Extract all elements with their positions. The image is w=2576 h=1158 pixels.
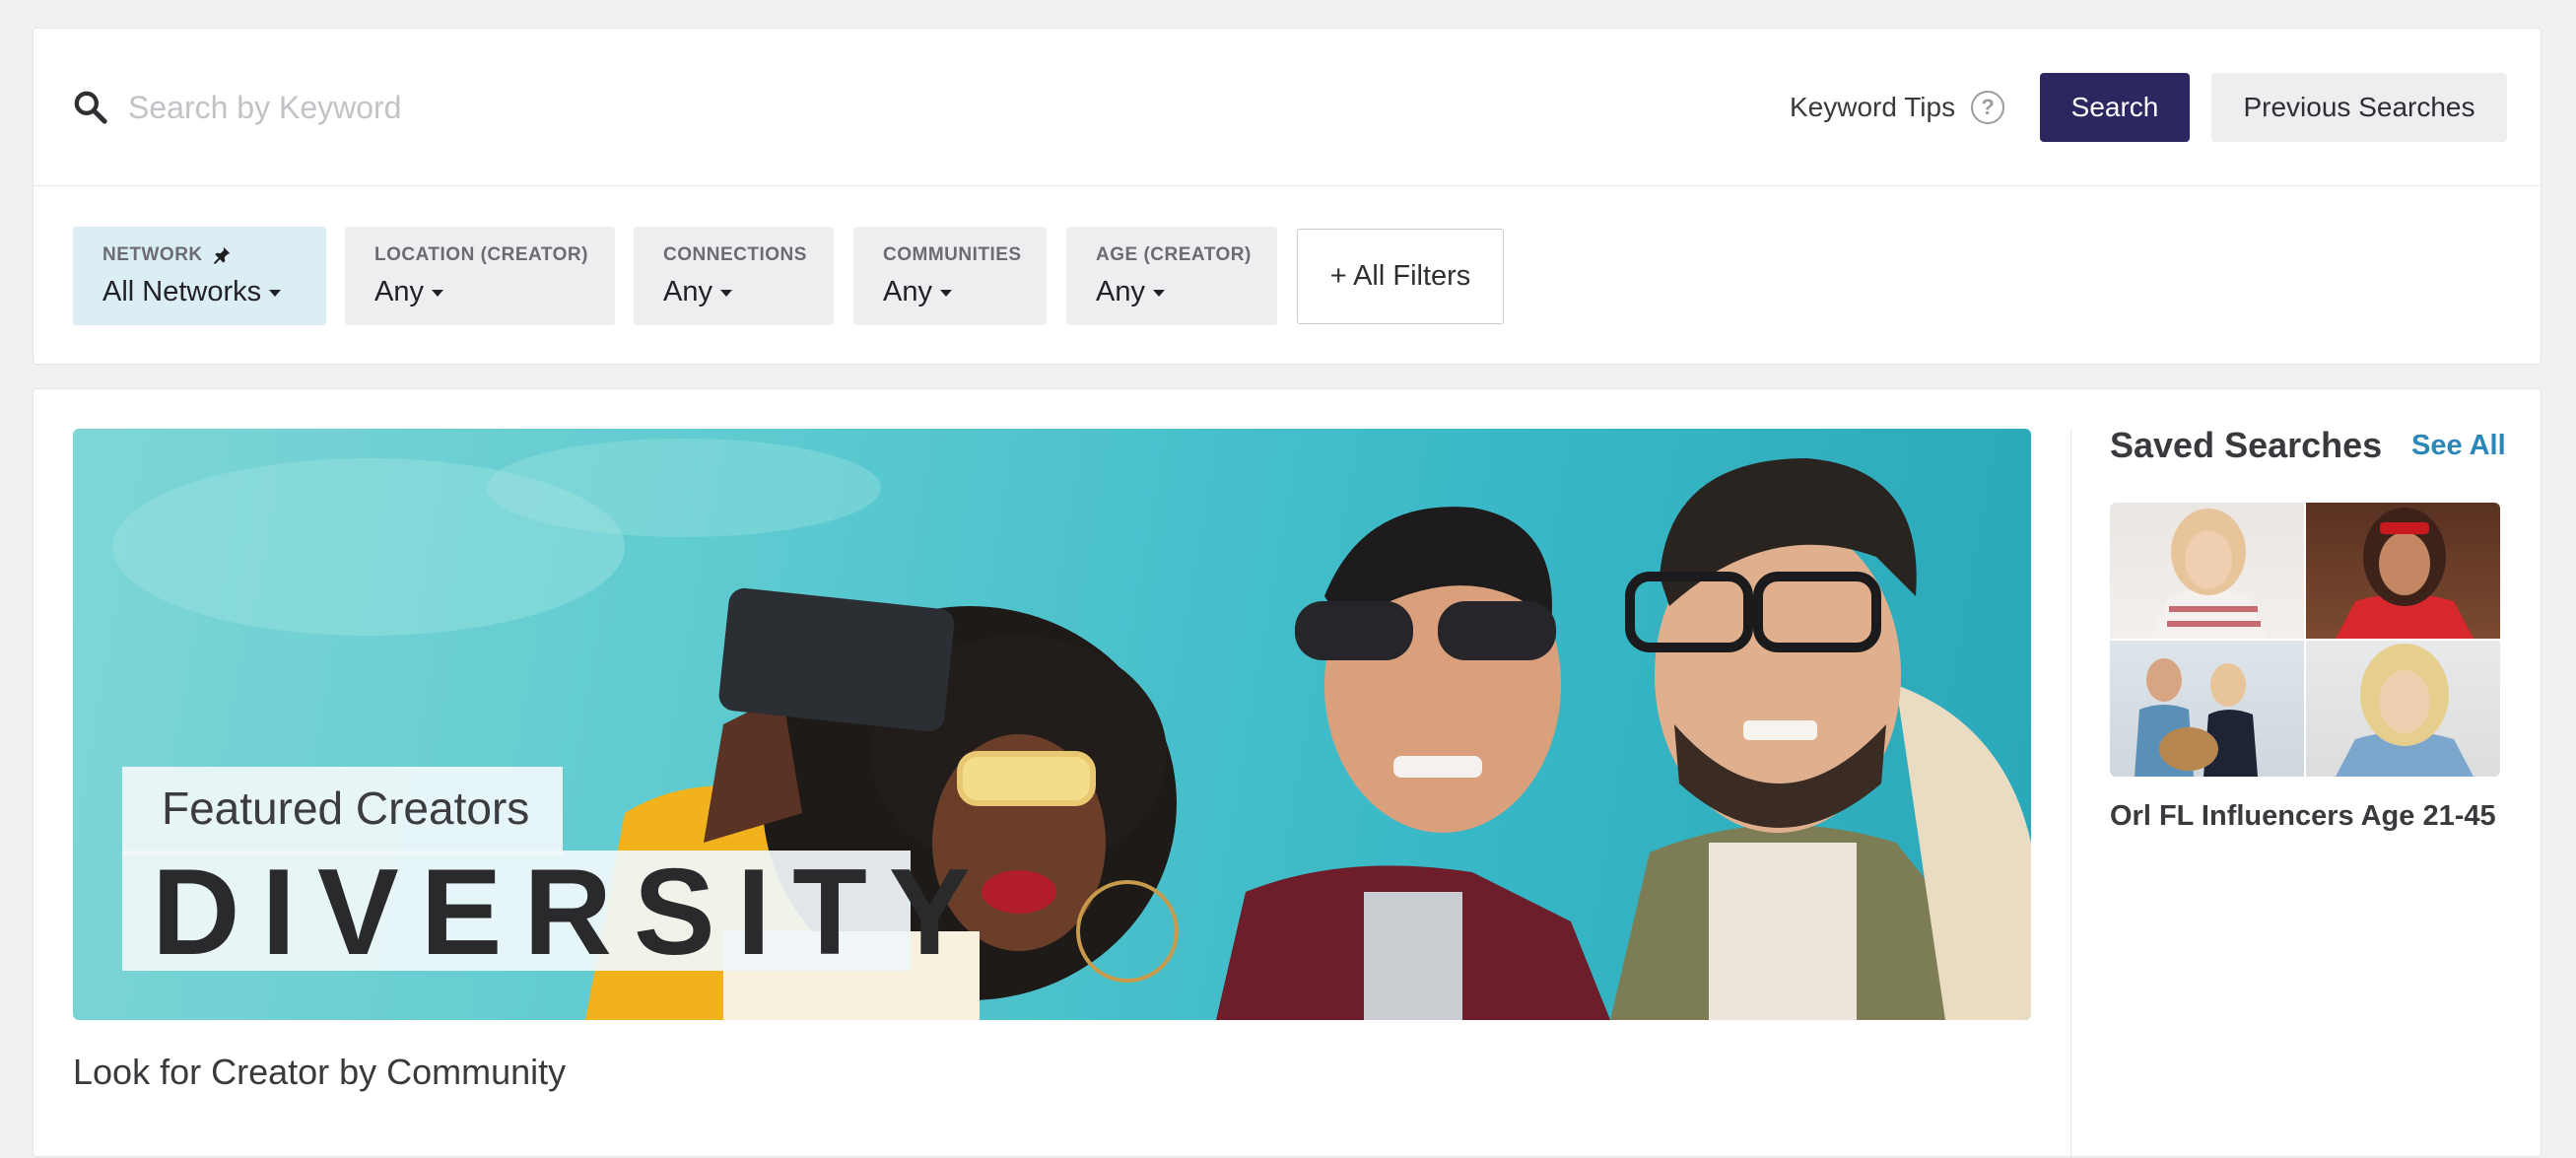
- discover-panel: Featured Creators DIVERSITY Look for Cre…: [33, 388, 2542, 1158]
- filter-label: AGE (CREATOR): [1096, 244, 1252, 265]
- community-section-title: Look for Creator by Community: [73, 1052, 567, 1092]
- featured-creators-banner[interactable]: Featured Creators DIVERSITY: [73, 429, 2031, 1020]
- chevron-down-icon: [719, 290, 732, 297]
- see-all-link[interactable]: See All: [2411, 430, 2506, 462]
- filter-value: Any: [883, 276, 1017, 308]
- banner-kicker: Featured Creators: [162, 783, 530, 834]
- filter-label: NETWORK: [102, 244, 203, 265]
- filter-label: LOCATION (CREATOR): [374, 244, 588, 265]
- filter-location-value: Any: [374, 276, 424, 307]
- filter-connections[interactable]: CONNECTIONS Any: [634, 227, 834, 325]
- sidebar-divider: [2070, 429, 2071, 1158]
- filter-value: Any: [663, 276, 804, 308]
- banner-headline: DIVERSITY: [152, 845, 992, 981]
- saved-search-name[interactable]: Orl FL Influencers Age 21-45: [2110, 800, 2496, 833]
- filter-network-label-row: NETWORK: [102, 244, 297, 266]
- filter-connections-value: Any: [663, 276, 712, 307]
- creator-photo: [2306, 503, 2500, 639]
- filter-age-value: Any: [1096, 276, 1145, 307]
- filter-value: Any: [1096, 276, 1248, 308]
- filter-communities-value: Any: [883, 276, 932, 307]
- question-circle-icon[interactable]: ?: [1971, 91, 2005, 124]
- filter-label: COMMUNITIES: [883, 244, 1022, 265]
- filter-label: CONNECTIONS: [663, 244, 807, 265]
- filter-value: All Networks: [102, 276, 297, 308]
- pin-icon[interactable]: [211, 244, 233, 266]
- keyword-tips-label: Keyword Tips: [1790, 92, 1956, 122]
- filter-network-value: All Networks: [102, 276, 262, 307]
- filter-value: Any: [374, 276, 585, 308]
- keyword-tips-link[interactable]: Keyword Tips ?: [1790, 88, 2005, 127]
- search-bar: Keyword Tips ? Search Previous Searches: [34, 29, 2541, 186]
- previous-searches-button[interactable]: Previous Searches: [2211, 73, 2507, 142]
- filter-network[interactable]: NETWORK All Networks: [73, 227, 326, 325]
- all-filters-button[interactable]: + All Filters: [1297, 229, 1504, 324]
- chevron-down-icon: [939, 290, 952, 297]
- saved-searches-title: Saved Searches: [2110, 425, 2383, 465]
- search-icon: [74, 91, 107, 124]
- filter-age[interactable]: AGE (CREATOR) Any: [1066, 227, 1277, 325]
- creator-photo: [2110, 503, 2304, 639]
- keyword-search-input[interactable]: [128, 78, 1606, 137]
- chevron-down-icon: [431, 290, 443, 297]
- filter-communities[interactable]: COMMUNITIES Any: [853, 227, 1047, 325]
- filter-location[interactable]: LOCATION (CREATOR) Any: [345, 227, 615, 325]
- creator-photo: [2306, 641, 2500, 777]
- saved-search-thumbnail[interactable]: [2110, 503, 2500, 777]
- search-filter-panel: Keyword Tips ? Search Previous Searches …: [33, 28, 2542, 365]
- creator-photo: [2110, 641, 2304, 777]
- search-button[interactable]: Search: [2040, 73, 2190, 142]
- chevron-down-icon: [1152, 290, 1165, 297]
- chevron-down-icon: [269, 290, 282, 297]
